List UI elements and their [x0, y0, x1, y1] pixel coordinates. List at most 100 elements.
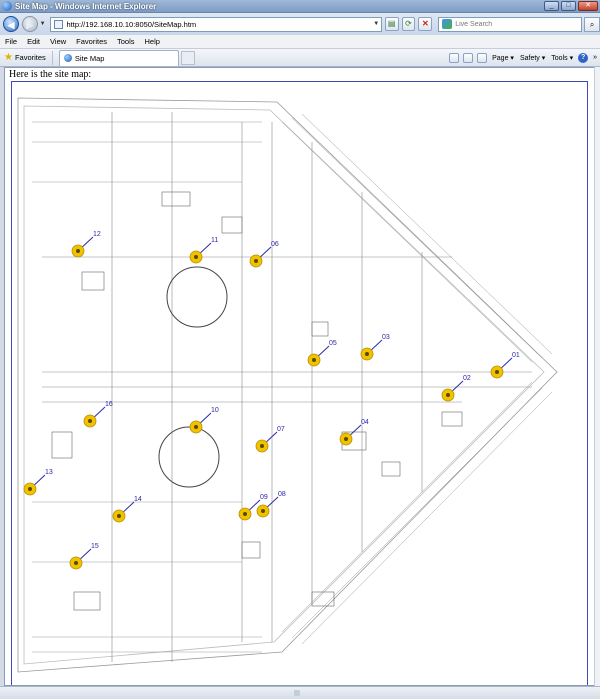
camera-marker-05[interactable]: 05	[307, 340, 337, 367]
camera-marker-12[interactable]: 12	[71, 231, 101, 258]
marker-label: 11	[211, 237, 218, 244]
address-dropdown-icon[interactable]: ▼	[372, 18, 381, 31]
address-input[interactable]	[66, 18, 372, 30]
marker-label: 12	[93, 231, 101, 238]
menu-favorites[interactable]: Favorites	[71, 37, 112, 46]
search-button[interactable]: ⌕	[584, 16, 600, 32]
camera-lens-icon	[365, 352, 369, 356]
camera-lens-icon	[74, 561, 78, 565]
menu-bar: File Edit View Favorites Tools Help	[0, 35, 600, 49]
page-icon	[54, 19, 64, 29]
help-icon[interactable]: ?	[578, 52, 589, 63]
camera-lens-icon	[261, 509, 265, 513]
marker-label: 05	[329, 340, 337, 347]
marker-label: 15	[91, 543, 99, 550]
camera-marker-01[interactable]: 01	[490, 352, 520, 379]
camera-lens-icon	[76, 249, 80, 253]
camera-marker-16[interactable]: 16	[83, 401, 113, 428]
tab-site-map[interactable]: Site Map	[58, 49, 179, 66]
favorites-button[interactable]: ★ Favorites	[0, 51, 50, 65]
command-buttons: Page ▾ Safety ▾ Tools ▾ ? »	[447, 52, 600, 63]
site-map-frame: 01 02 03 04 05 06 07 08 09 10 11 12 13 14 15 16	[11, 81, 588, 685]
ie-logo-icon	[2, 1, 12, 11]
horizontal-scroll-thumb[interactable]	[294, 690, 300, 696]
camera-marker-13[interactable]: 13	[23, 469, 53, 496]
menu-tools[interactable]: Tools	[112, 37, 140, 46]
vertical-scrollbar[interactable]	[594, 67, 600, 686]
camera-marker-10[interactable]: 10	[189, 407, 219, 434]
recent-pages-dropdown[interactable]: ▼	[39, 21, 47, 27]
feeds-icon[interactable]	[463, 52, 474, 63]
search-box	[438, 16, 583, 32]
marker-label: 02	[463, 375, 471, 382]
camera-marker-15[interactable]: 15	[69, 543, 99, 570]
new-tab-button[interactable]	[180, 50, 195, 65]
camera-lens-icon	[495, 370, 499, 374]
marker-label: 13	[45, 469, 53, 476]
home-icon[interactable]	[449, 52, 460, 63]
stop-button[interactable]: ✕	[418, 17, 433, 31]
star-icon: ★	[4, 52, 13, 63]
menu-edit[interactable]: Edit	[22, 37, 45, 46]
refresh-button[interactable]: ⟳	[401, 17, 416, 31]
favorites-label: Favorites	[14, 53, 46, 62]
page-menu-label: Page	[492, 54, 509, 62]
tanks	[158, 266, 228, 488]
camera-lens-icon	[260, 444, 264, 448]
camera-lens-icon	[28, 487, 32, 491]
divider	[51, 50, 53, 65]
camera-lens-icon	[344, 437, 348, 441]
marker-label: 03	[382, 334, 390, 341]
address-toolbar: ◀ ▶ ▼ ▼ ▤ ⟳ ✕ ⌕	[0, 13, 600, 35]
camera-lens-icon	[446, 393, 450, 397]
safety-menu-label: Safety	[519, 54, 540, 62]
hull-ribs	[32, 113, 553, 653]
hull-structure	[42, 112, 532, 662]
marker-label: 01	[512, 352, 520, 359]
marker-label: 14	[134, 496, 142, 503]
camera-lens-icon	[254, 259, 258, 263]
title-bar: Site Map - Windows Internet Explorer _ □…	[0, 0, 600, 13]
hull-outline	[17, 97, 558, 673]
camera-lens-icon	[194, 255, 198, 259]
close-button[interactable]: ✕	[578, 1, 598, 11]
page-menu[interactable]: Page ▾	[492, 54, 514, 62]
camera-lens-icon	[88, 419, 92, 423]
marker-label: 04	[361, 419, 369, 426]
tab-label: Site Map	[74, 53, 105, 63]
marker-label: 10	[211, 407, 219, 414]
camera-lens-icon	[194, 425, 198, 429]
tools-menu[interactable]: Tools ▾	[551, 54, 573, 62]
camera-lens-icon	[312, 358, 316, 362]
live-search-icon	[442, 19, 453, 29]
camera-marker-03[interactable]: 03	[360, 334, 390, 361]
camera-marker-14[interactable]: 14	[112, 496, 142, 523]
page-content: Here is the site map: 01 02 03 04 05 06 …	[4, 67, 595, 686]
compatibility-icon[interactable]: ▤	[384, 17, 399, 31]
safety-menu[interactable]: Safety ▾	[520, 54, 545, 62]
minimize-button[interactable]: _	[544, 1, 559, 11]
search-input[interactable]	[455, 20, 582, 28]
status-bar	[0, 686, 600, 699]
camera-marker-02[interactable]: 02	[441, 375, 471, 402]
camera-lens-icon	[243, 512, 247, 516]
marker-label: 06	[271, 241, 279, 248]
maximize-button[interactable]: □	[561, 1, 576, 11]
menu-view[interactable]: View	[45, 37, 71, 46]
more-commands-icon[interactable]: »	[593, 54, 597, 61]
marker-label: 07	[277, 426, 285, 433]
address-bar: ▼	[50, 16, 382, 32]
marker-label: 08	[278, 491, 286, 498]
marker-label: 09	[260, 494, 268, 501]
menu-help[interactable]: Help	[140, 37, 165, 46]
camera-marker-07[interactable]: 07	[255, 426, 285, 453]
back-button[interactable]: ◀	[3, 16, 19, 32]
menu-file[interactable]: File	[0, 37, 22, 46]
print-icon[interactable]	[477, 52, 488, 63]
marker-label: 16	[105, 401, 113, 408]
window-title: Site Map - Windows Internet Explorer	[15, 1, 157, 11]
camera-marker-11[interactable]: 11	[189, 237, 218, 264]
page-intro-text: Here is the site map:	[9, 69, 92, 80]
camera-marker-06[interactable]: 06	[249, 241, 279, 268]
forward-button[interactable]: ▶	[21, 16, 38, 32]
